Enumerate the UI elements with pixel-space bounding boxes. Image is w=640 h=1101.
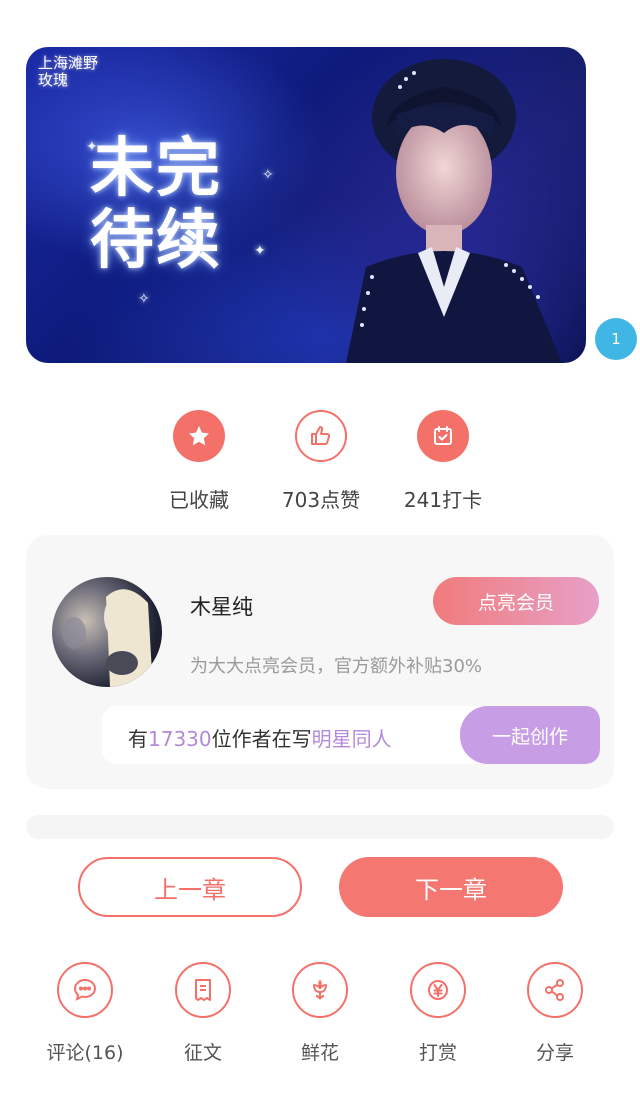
character-portrait bbox=[346, 59, 562, 363]
topic-link[interactable]: 明星同人 bbox=[312, 727, 392, 751]
page-number-badge[interactable]: 1 bbox=[595, 318, 637, 360]
create-together-button[interactable]: 一起创作 bbox=[460, 706, 600, 764]
divider-bar bbox=[26, 815, 614, 839]
comment-label: 评论(16) bbox=[46, 1042, 124, 1064]
thumbs-up-icon bbox=[295, 410, 347, 462]
write-prefix: 有 bbox=[128, 727, 148, 751]
flower-label: 鲜花 bbox=[300, 1042, 339, 1064]
flower-button[interactable]: 鲜花 bbox=[265, 962, 375, 1065]
sparkle-icon: ✧ bbox=[262, 167, 274, 183]
banner-title: 未完待续 bbox=[90, 131, 222, 278]
star-icon bbox=[173, 410, 225, 462]
sparkle-icon: ✦ bbox=[86, 139, 98, 155]
chapter-banner-image: 上海滩野玫瑰 未完待续 ✦ ✦ ✧ ✧ bbox=[26, 47, 586, 363]
membership-description: 为大大点亮会员，官方额外补贴30% bbox=[190, 656, 483, 677]
contest-label: 征文 bbox=[183, 1042, 222, 1064]
tip-label: 打赏 bbox=[418, 1042, 457, 1064]
favorite-stat[interactable]: 已收藏 bbox=[139, 410, 259, 513]
tip-button[interactable]: 打赏 bbox=[383, 962, 493, 1065]
share-label: 分享 bbox=[535, 1042, 574, 1064]
author-name[interactable]: 木星纯 bbox=[190, 591, 253, 621]
flower-icon bbox=[292, 962, 348, 1018]
avatar[interactable] bbox=[52, 577, 162, 687]
write-middle: 位作者在写 bbox=[211, 727, 312, 751]
activate-membership-button[interactable]: 点亮会员 bbox=[433, 577, 599, 625]
next-chapter-button[interactable]: 下一章 bbox=[339, 857, 563, 917]
previous-chapter-button[interactable]: 上一章 bbox=[78, 857, 302, 917]
co-writing-text: 有17330位作者在写明星同人 bbox=[128, 723, 392, 752]
favorite-label: 已收藏 bbox=[169, 488, 229, 512]
document-icon bbox=[175, 962, 231, 1018]
stats-row: 已收藏 703点赞 241打卡 bbox=[0, 410, 640, 520]
yen-coin-icon bbox=[410, 962, 466, 1018]
writer-count: 17330 bbox=[148, 727, 212, 751]
co-writing-banner[interactable]: 有17330位作者在写明星同人 一起创作 bbox=[102, 706, 600, 764]
action-bar: 评论(16) 征文 鲜花 打赏 分享 bbox=[0, 962, 640, 1072]
author-card: 木星纯 点亮会员 为大大点亮会员，官方额外补贴30% 有17330位作者在写明星… bbox=[26, 535, 614, 789]
checkin-count: 241打卡 bbox=[403, 488, 483, 512]
comment-icon bbox=[57, 962, 113, 1018]
share-button[interactable]: 分享 bbox=[500, 962, 610, 1065]
banner-logo: 上海滩野玫瑰 bbox=[38, 54, 99, 89]
share-icon bbox=[527, 962, 583, 1018]
sparkle-icon: ✧ bbox=[138, 291, 150, 307]
checkin-stat[interactable]: 241打卡 bbox=[383, 410, 503, 513]
comment-button[interactable]: 评论(16) bbox=[30, 962, 140, 1065]
like-stat[interactable]: 703点赞 bbox=[261, 410, 381, 513]
sparkle-icon: ✦ bbox=[254, 243, 266, 259]
contest-button[interactable]: 征文 bbox=[148, 962, 258, 1065]
like-count: 703点赞 bbox=[281, 488, 361, 512]
calendar-check-icon bbox=[417, 410, 469, 462]
